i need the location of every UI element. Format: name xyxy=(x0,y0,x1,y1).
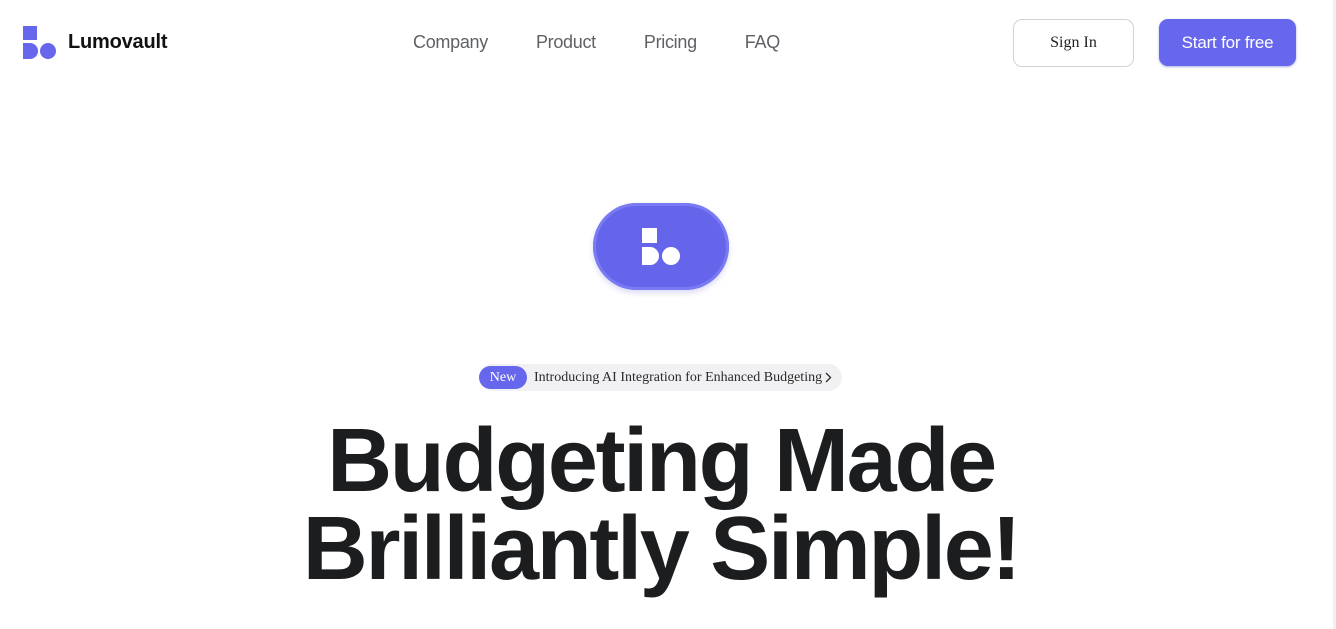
lumovault-logo-icon xyxy=(642,228,680,265)
nav-faq[interactable]: FAQ xyxy=(745,32,780,53)
hero-logo-badge xyxy=(593,203,729,290)
nav-pricing[interactable]: Pricing xyxy=(644,32,697,53)
chevron-right-icon xyxy=(824,372,832,383)
nav-company[interactable]: Company xyxy=(413,32,488,53)
headline-line-1: Budgeting Made xyxy=(327,411,997,511)
sign-in-button[interactable]: Sign In xyxy=(1013,19,1134,67)
new-badge: New xyxy=(479,366,527,389)
site-header: Lumovault Company Product Pricing FAQ Si… xyxy=(0,0,1336,86)
start-for-free-button[interactable]: Start for free xyxy=(1159,19,1296,66)
hero-headline: Budgeting Made Brilliantly Simple! xyxy=(0,411,1322,599)
lumovault-logo-icon xyxy=(23,26,56,59)
main-nav: Company Product Pricing FAQ xyxy=(413,32,780,53)
announcement-banner[interactable]: New Introducing AI Integration for Enhan… xyxy=(479,364,842,391)
brand-name: Lumovault xyxy=(68,31,168,53)
nav-product[interactable]: Product xyxy=(536,32,596,53)
headline-line-2: Brilliantly Simple! xyxy=(302,499,1022,599)
brand-logo-link[interactable]: Lumovault xyxy=(23,26,168,59)
announcement-text: Introducing AI Integration for Enhanced … xyxy=(534,369,823,385)
